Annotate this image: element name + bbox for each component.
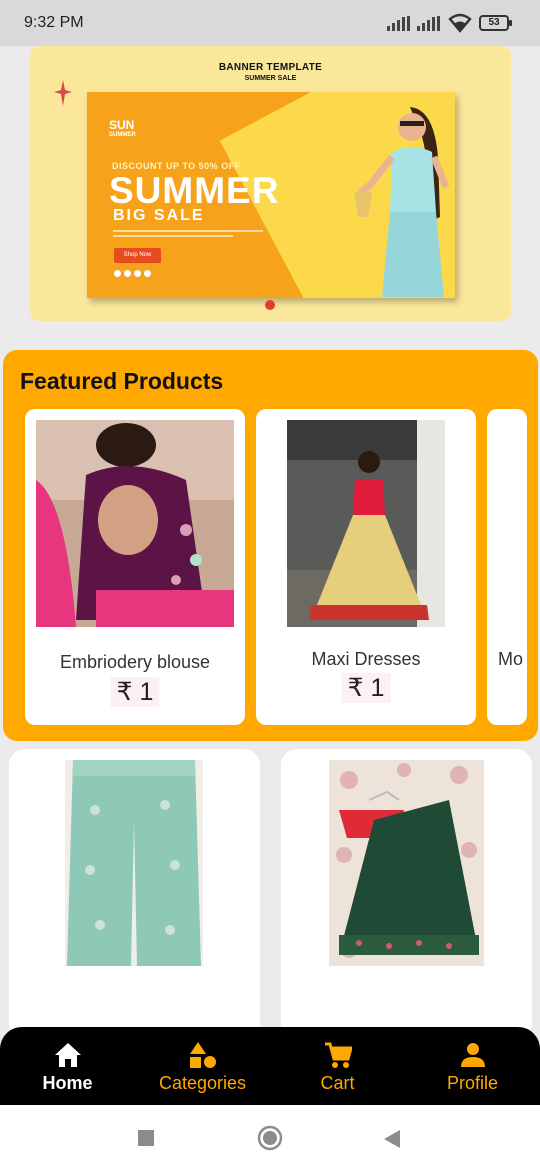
nav-profile[interactable]: Profile <box>405 1027 540 1105</box>
battery-icon: 53 <box>479 15 512 31</box>
product-price: ₹ 1 <box>341 673 391 703</box>
product-image <box>287 420 445 627</box>
product-card[interactable] <box>281 749 532 1039</box>
product-price: ₹ 1 <box>110 677 160 707</box>
featured-products-section: Featured Products Embriodery blouse ₹ 1 … <box>3 350 538 741</box>
featured-product-card[interactable]: Mo <box>487 409 527 725</box>
nav-categories-label: Categories <box>158 1073 247 1093</box>
section-title: Featured Products <box>20 368 224 394</box>
sparkle-icon <box>54 80 72 106</box>
featured-product-card[interactable]: Embriodery blouse ₹ 1 <box>25 409 245 725</box>
model-figure <box>354 107 450 297</box>
recent-apps-icon[interactable] <box>137 1129 155 1147</box>
home-icon <box>54 1043 81 1067</box>
product-name: Mo <box>498 649 524 669</box>
signal-icon <box>417 16 440 31</box>
product-image <box>36 420 234 627</box>
product-name: Embriodery blouse <box>59 652 211 672</box>
product-image <box>329 760 484 966</box>
cart-icon <box>324 1042 352 1068</box>
product-image <box>65 760 203 966</box>
categories-icon <box>189 1042 216 1068</box>
banner-brand: SUN SUMMER <box>109 118 136 138</box>
banner-image: SUN SUMMER DISCOUNT UP TO 50% OFF SUMMER … <box>87 92 455 298</box>
nav-profile-label: Profile <box>446 1073 499 1093</box>
banner-headline: SUMMER <box>109 170 280 211</box>
status-time: 9:32 PM <box>24 14 84 31</box>
back-icon[interactable] <box>383 1129 401 1149</box>
nav-cart[interactable]: Cart <box>270 1027 405 1105</box>
banner-title: BANNER TEMPLATE <box>218 62 323 73</box>
banner-subtitle: SUMMER SALE <box>244 75 297 82</box>
featured-product-card[interactable]: Maxi Dresses ₹ 1 <box>256 409 476 725</box>
banner-subheadline: BIG SALE <box>113 207 205 224</box>
shop-now-button: Shop Now <box>114 248 161 263</box>
system-navigation-bar <box>0 1105 540 1170</box>
nav-categories[interactable]: Categories <box>135 1027 270 1105</box>
nav-cart-label: Cart <box>320 1073 355 1093</box>
profile-icon <box>460 1043 485 1067</box>
carousel-dot-active[interactable] <box>265 300 275 310</box>
wifi-icon <box>448 13 472 33</box>
home-button-icon[interactable] <box>257 1125 283 1151</box>
product-name: Maxi Dresses <box>311 649 421 669</box>
bottom-navigation: Home Categories Cart Profile <box>0 1027 540 1105</box>
nav-home-label: Home <box>42 1073 93 1093</box>
product-card[interactable] <box>9 749 260 1039</box>
promo-banner[interactable]: BANNER TEMPLATE SUMMER SALE SUN SUMMER DI… <box>30 46 511 321</box>
status-bar: 9:32 PM 53 <box>0 0 540 46</box>
signal-icon <box>387 16 410 31</box>
nav-home[interactable]: Home <box>0 1027 135 1105</box>
